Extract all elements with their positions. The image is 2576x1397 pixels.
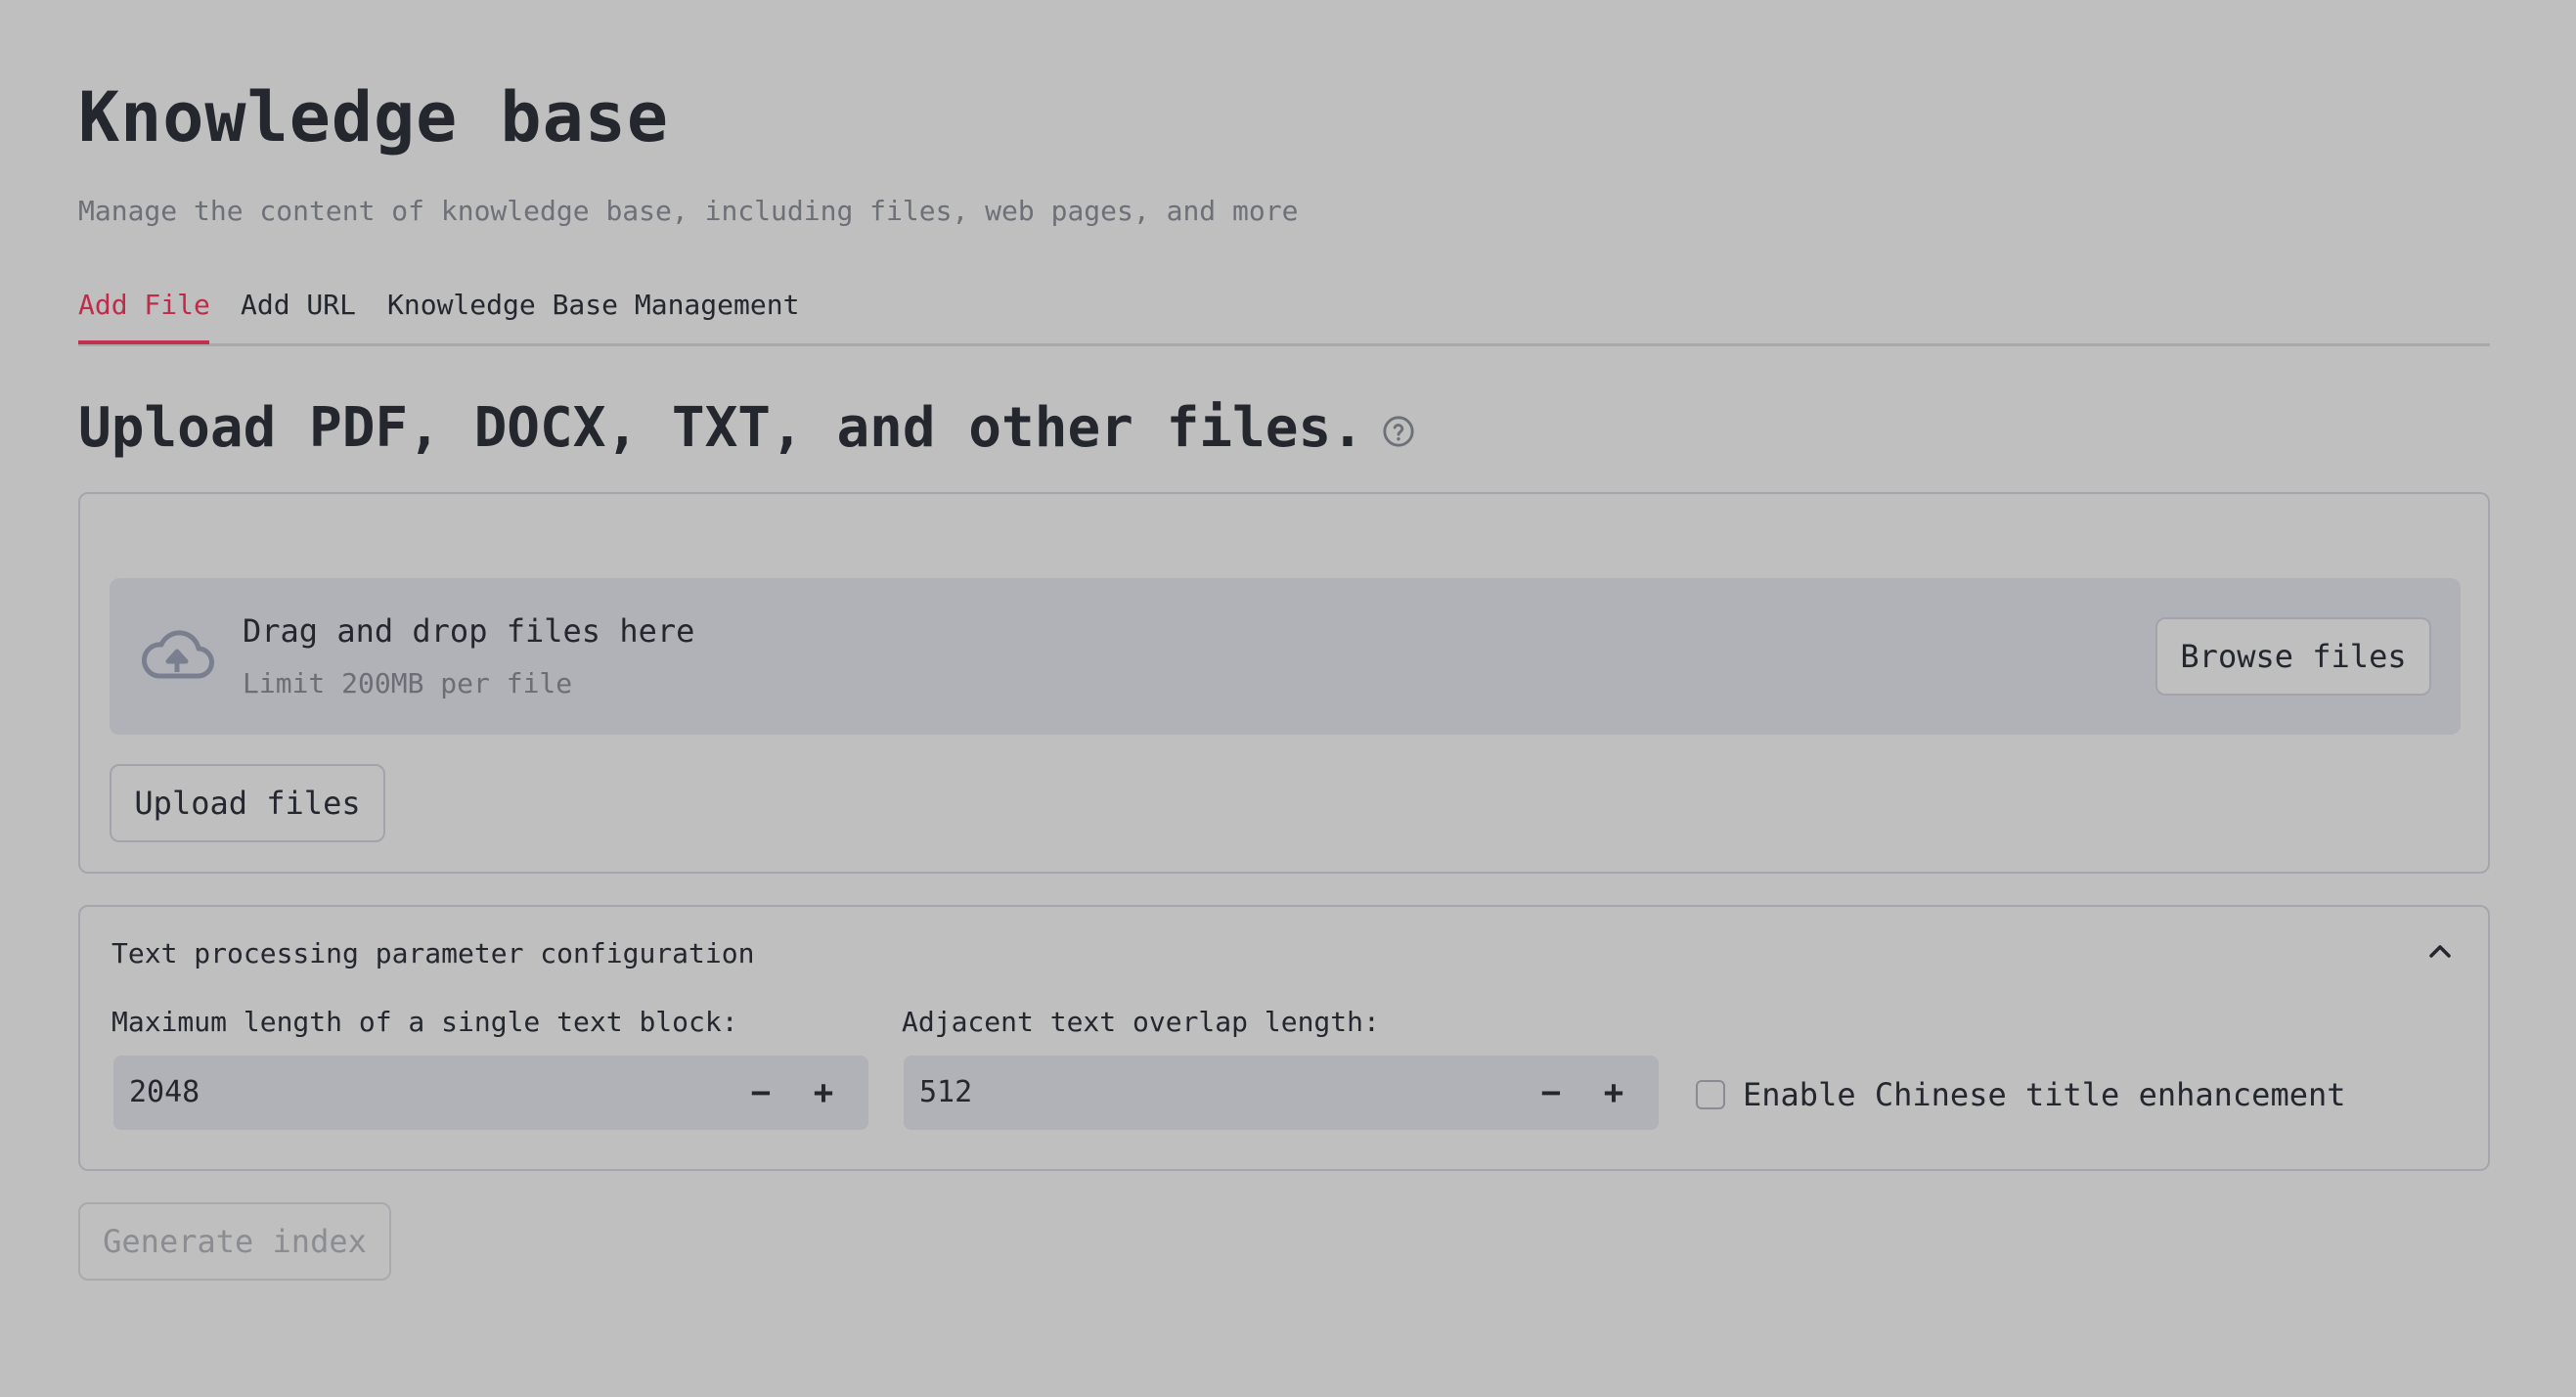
config-panel-title[interactable]: Text processing parameter configuration [111,936,754,971]
browse-files-button[interactable]: Browse files [2155,617,2431,696]
dropzone-title: Drag and drop files here [243,612,695,650]
upload-files-button[interactable]: Upload files [110,764,385,842]
overlap-length-stepper: 512 − + [904,1056,1659,1130]
tab-add-file[interactable]: Add File [78,284,210,327]
generate-index-button[interactable]: Generate index [78,1202,391,1281]
overlap-length-label: Adjacent text overlap length: [902,1006,1380,1038]
chinese-title-enhancement-label: Enable Chinese title enhancement [1743,1076,2346,1113]
file-dropzone[interactable]: Drag and drop files here Limit 200MB per… [110,578,2461,735]
dropzone-limit: Limit 200MB per file [243,667,573,699]
overlap-length-increment-button[interactable]: + [1590,1069,1637,1116]
upload-section-header: Upload PDF, DOCX, TXT, and other files. [78,393,1415,464]
overlap-length-input[interactable]: 512 [919,1056,972,1130]
cloud-upload-icon [142,630,214,679]
tab-bar: Add File Add URL Knowledge Base Manageme… [78,284,2490,346]
chinese-title-enhancement-option[interactable]: Enable Chinese title enhancement [1696,1075,2346,1114]
question-circle-icon[interactable] [1382,415,1415,448]
text-processing-config-panel: Text processing parameter configuration … [78,905,2490,1171]
max-length-increment-button[interactable]: + [800,1069,847,1116]
tab-knowledge-base-management[interactable]: Knowledge Base Management [387,284,799,327]
tab-add-url[interactable]: Add URL [241,284,356,327]
overlap-length-decrement-button[interactable]: − [1528,1069,1575,1116]
max-length-decrement-button[interactable]: − [737,1069,784,1116]
upload-section-title: Upload PDF, DOCX, TXT, and other files. [78,396,1364,460]
file-upload-form: Drag and drop files here Limit 200MB per… [78,492,2490,874]
max-length-stepper: 2048 − + [113,1056,868,1130]
max-length-input[interactable]: 2048 [129,1056,200,1130]
page-title: Knowledge base [78,77,670,158]
active-tab-indicator [78,340,209,344]
max-length-label: Maximum length of a single text block: [111,1006,738,1038]
chinese-title-enhancement-checkbox[interactable] [1696,1080,1725,1109]
chevron-up-icon[interactable] [2427,942,2453,960]
page-subtitle: Manage the content of knowledge base, in… [78,195,1299,227]
